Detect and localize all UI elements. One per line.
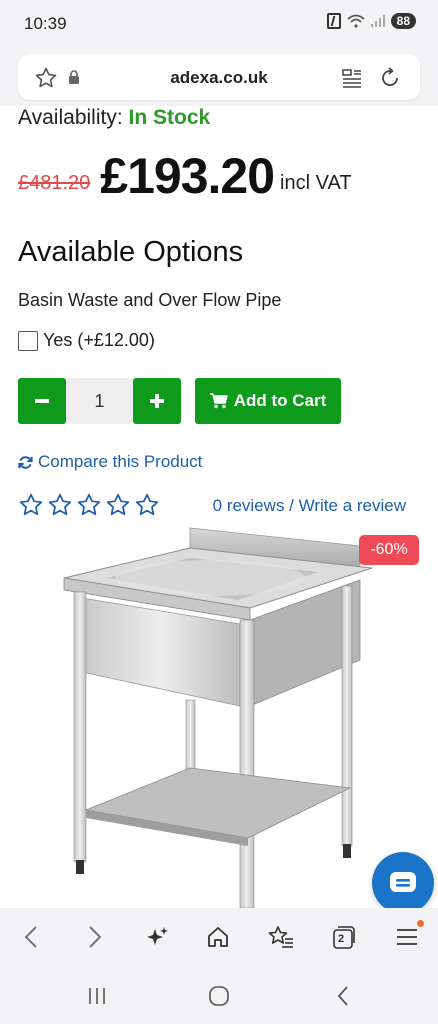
add-to-cart-button[interactable]: Add to Cart xyxy=(195,378,341,424)
price-row: £481.20 £193.20 incl VAT xyxy=(18,145,352,205)
sparkle-icon xyxy=(147,927,168,945)
wifi-icon xyxy=(347,14,365,28)
forward-button[interactable] xyxy=(80,922,110,952)
current-price: £193.20 xyxy=(100,148,275,204)
chevron-left-icon xyxy=(24,926,37,948)
option-checkbox-label[interactable]: Yes (+£12.00) xyxy=(43,330,155,351)
quantity-input[interactable]: 1 xyxy=(66,378,133,424)
back-button[interactable] xyxy=(16,922,46,952)
reader-mode-icon[interactable] xyxy=(342,68,362,88)
chat-button[interactable] xyxy=(372,852,434,914)
reviews-link[interactable]: 0 reviews / Write a review xyxy=(213,496,406,516)
chevron-right-icon xyxy=(89,926,102,948)
star-icon[interactable] xyxy=(134,492,160,518)
status-bar: 10:39 88 xyxy=(0,0,438,48)
star-icon[interactable] xyxy=(105,492,131,518)
status-icons: 88 xyxy=(326,13,416,29)
notification-dot xyxy=(417,920,424,927)
browser-address-area: adexa.co.uk xyxy=(0,48,438,106)
star-icon[interactable] xyxy=(47,492,73,518)
signal-icon xyxy=(370,15,385,27)
minus-icon xyxy=(35,399,49,403)
system-back-button[interactable] xyxy=(330,983,356,1009)
system-nav-bar xyxy=(0,966,438,1024)
cart-icon xyxy=(209,393,228,409)
plus-icon xyxy=(150,394,164,408)
home-button[interactable] xyxy=(203,922,233,952)
product-image[interactable] xyxy=(50,520,390,908)
bookmark-list-icon xyxy=(268,926,293,948)
tab-count: 2 xyxy=(338,933,345,945)
rating-stars[interactable] xyxy=(18,492,160,518)
ai-assistant-button[interactable] xyxy=(142,922,172,952)
browser-toolbar: 2 xyxy=(0,908,438,966)
home-system-button[interactable] xyxy=(206,983,232,1009)
option-checkbox[interactable] xyxy=(18,330,38,351)
menu-button[interactable] xyxy=(392,920,424,952)
add-to-cart-label[interactable]: Add to Cart xyxy=(234,391,327,411)
compare-label[interactable]: Compare this Product xyxy=(38,452,202,472)
compare-product-link[interactable]: Compare this Product xyxy=(18,452,202,472)
options-heading: Available Options xyxy=(18,236,244,268)
status-time: 10:39 xyxy=(24,14,67,33)
recents-button[interactable] xyxy=(84,983,110,1009)
availability: Availability: In Stock xyxy=(18,106,210,130)
home-circle-icon xyxy=(209,986,229,1006)
vat-label: incl VAT xyxy=(280,172,352,194)
decrease-quantity-button[interactable] xyxy=(18,378,66,424)
increase-quantity-button[interactable] xyxy=(133,378,181,424)
chat-icon xyxy=(390,872,416,892)
nfc-icon xyxy=(326,13,341,29)
back-chevron-icon xyxy=(337,986,348,1006)
discount-badge: -60% xyxy=(359,535,419,565)
star-icon[interactable] xyxy=(18,492,44,518)
old-price: £481.20 xyxy=(18,172,91,194)
option-label: Basin Waste and Over Flow Pipe xyxy=(18,290,282,310)
availability-label: Availability: xyxy=(18,106,123,129)
bookmarks-button[interactable] xyxy=(266,922,296,952)
star-icon[interactable] xyxy=(76,492,102,518)
option-checkbox-row[interactable]: Yes (+£12.00) xyxy=(18,330,155,351)
reload-icon[interactable] xyxy=(378,66,402,90)
hamburger-menu-icon xyxy=(397,929,417,945)
battery-indicator: 88 xyxy=(390,13,416,29)
refresh-icon xyxy=(18,455,33,469)
quantity-stepper: 1 xyxy=(18,378,181,424)
address-bar[interactable]: adexa.co.uk xyxy=(18,54,420,100)
recents-icon xyxy=(89,988,105,1004)
stock-status: In Stock xyxy=(128,106,211,129)
home-icon xyxy=(208,927,228,947)
tabs-button[interactable]: 2 xyxy=(329,922,359,952)
